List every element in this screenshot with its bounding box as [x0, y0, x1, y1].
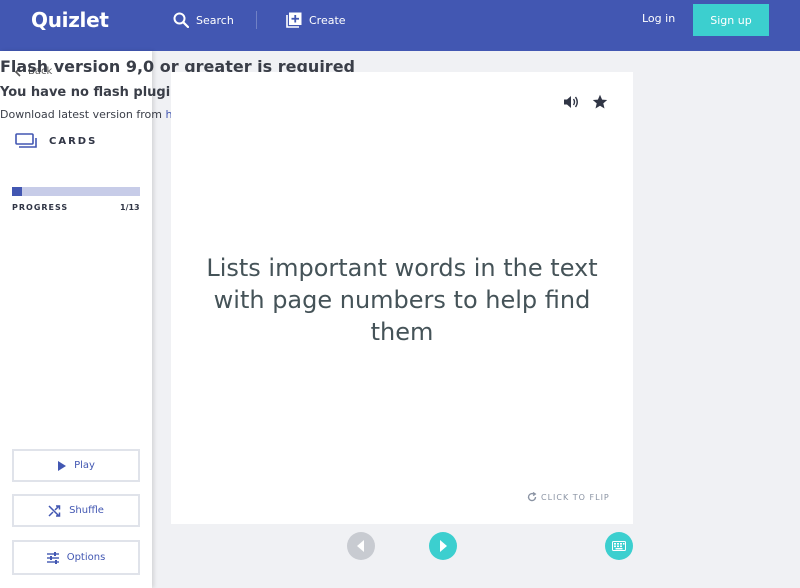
card-term-text: Lists important words in the text with p… — [206, 254, 598, 346]
click-to-flip-label: CLICK TO FLIP — [541, 492, 610, 502]
search-button[interactable]: Search — [173, 10, 234, 30]
progress-label: PROGRESS — [12, 203, 69, 212]
create-button[interactable]: Create — [286, 10, 346, 30]
flashcard[interactable]: Lists important words in the text with p… — [171, 72, 633, 524]
play-button[interactable]: Play — [12, 449, 140, 482]
progress-count: 1/13 — [120, 203, 140, 212]
speaker-icon[interactable] — [563, 94, 579, 110]
shuffle-label: Shuffle — [69, 505, 104, 516]
keyboard-icon — [612, 541, 626, 551]
progress-fill — [12, 187, 22, 196]
search-label: Search — [196, 13, 234, 27]
study-mode-selector[interactable]: CARDS — [15, 133, 97, 149]
progress-bar — [12, 187, 140, 196]
previous-card-button[interactable] — [347, 532, 375, 560]
star-icon[interactable] — [592, 94, 608, 110]
quizlet-logo[interactable]: Quizlet — [31, 8, 109, 32]
sidebar: Back CARDS PROGRESS 1/13 Play Shuffle Op… — [0, 51, 152, 588]
arrow-right-icon — [440, 540, 447, 552]
refresh-icon — [527, 492, 537, 502]
signup-button[interactable]: Sign up — [693, 4, 769, 36]
top-nav-bar: Quizlet Search Create Log in Sign up — [0, 0, 800, 51]
arrow-left-icon — [357, 540, 364, 552]
create-label: Create — [309, 13, 346, 27]
mode-label: CARDS — [49, 135, 98, 147]
search-icon — [173, 12, 189, 28]
nav-divider — [256, 11, 257, 29]
shuffle-icon — [48, 504, 61, 517]
options-label: Options — [66, 552, 106, 563]
login-link[interactable]: Log in — [642, 12, 675, 25]
next-card-button[interactable] — [429, 532, 457, 560]
play-icon — [58, 460, 67, 471]
play-label: Play — [74, 460, 95, 471]
click-to-flip[interactable]: CLICK TO FLIP — [527, 492, 610, 502]
options-button[interactable]: Options — [12, 540, 140, 575]
shuffle-button[interactable]: Shuffle — [12, 494, 140, 527]
create-icon — [286, 12, 302, 28]
keyboard-shortcuts-button[interactable] — [605, 532, 633, 560]
flash-download-prefix: Download latest version from — [0, 108, 166, 121]
flash-download-text: Download latest version from here — [0, 108, 190, 121]
sliders-icon — [46, 551, 59, 564]
cards-icon — [15, 133, 37, 148]
